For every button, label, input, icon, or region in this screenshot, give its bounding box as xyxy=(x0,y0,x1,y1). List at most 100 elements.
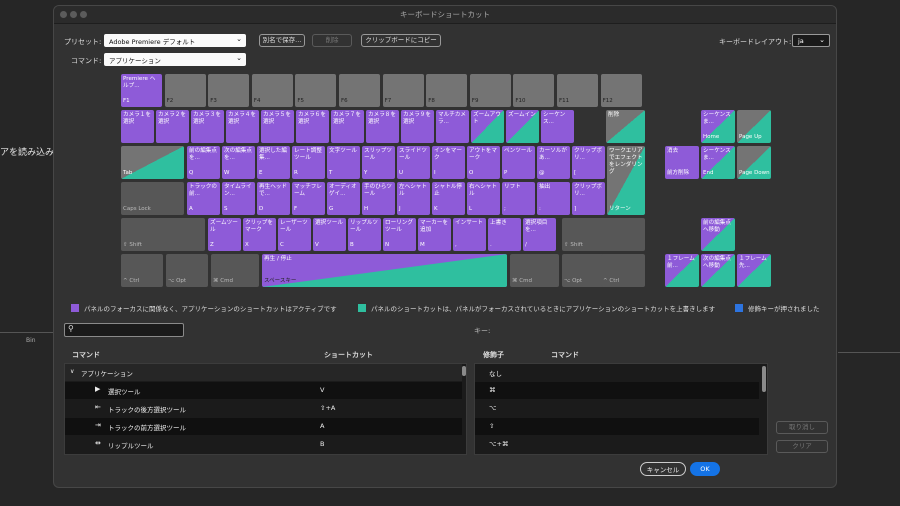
key-p[interactable]: ペンツール P xyxy=(502,146,535,179)
command-list-scrollbar[interactable] xyxy=(462,366,466,376)
key-num-8[interactable]: カメラ９を選択 xyxy=(401,110,434,143)
key-a-row-2[interactable]: タイムライン... S xyxy=(222,182,255,215)
key-f7[interactable]: F7 xyxy=(382,74,424,107)
list-group-header[interactable]: ∨ アプリケーション xyxy=(65,364,462,381)
key-space[interactable]: 再生 / 停止 スペースキー xyxy=(262,254,507,287)
modifier-row[interactable]: ⇧ xyxy=(475,418,759,435)
key-o[interactable]: アウトをマーク O xyxy=(467,146,500,179)
cancel-button[interactable]: キャンセル xyxy=(640,462,686,476)
search-input[interactable]: ⚲ xyxy=(64,323,184,337)
key-arrow-down[interactable]: 次の編集点へ移動 xyxy=(701,254,735,287)
table-row[interactable]: ⇥ トラックの前方選択ツール A xyxy=(65,418,462,435)
key-a-row-11[interactable]: 抽出: xyxy=(537,182,570,215)
key-num-6[interactable]: カメラ７を選択 xyxy=(331,110,364,143)
key-num-7[interactable]: カメラ８を選択 xyxy=(366,110,399,143)
key-delete[interactable]: 削除 xyxy=(606,110,645,143)
key-num-10[interactable]: ズームアウト xyxy=(471,110,504,143)
key-arrow-up[interactable]: 前の編集点へ移動 xyxy=(701,218,735,251)
key-[[interactable]: クリップボリ... [ xyxy=(572,146,605,179)
key-a-row-10[interactable]: リフト; xyxy=(502,182,535,215)
key-a-row-6[interactable]: 手のひらツール H xyxy=(362,182,395,215)
key-@[interactable]: カーソルがあ... @ xyxy=(537,146,570,179)
key-opt-left[interactable]: ⌥ Opt xyxy=(166,254,208,287)
key-z-row-3[interactable]: レーザーツール C xyxy=(278,218,311,251)
key-forward-delete[interactable]: 消去 前方削除 xyxy=(665,146,699,179)
key-num-5[interactable]: カメラ６を選択 xyxy=(296,110,329,143)
key-return[interactable]: ワークエリアでエフェクトをレンダリング リターン xyxy=(607,146,645,215)
key-num-12[interactable]: シーケンス... xyxy=(541,110,574,143)
key-num-3[interactable]: カメラ４を選択 xyxy=(226,110,259,143)
key-num-11[interactable]: ズームイン xyxy=(506,110,539,143)
key-cap-label: Z xyxy=(210,242,214,248)
modifier-row[interactable]: ⌥ xyxy=(475,400,759,417)
key-a-row-9[interactable]: 右へシャトル L xyxy=(467,182,500,215)
clear-button[interactable]: クリア xyxy=(776,440,828,453)
key-z-row-10[interactable]: 選択項目を... / xyxy=(523,218,556,251)
modifier-row[interactable]: なし xyxy=(475,364,759,381)
key-a-row-3[interactable]: 再生ヘッドで... D xyxy=(257,182,290,215)
key-f5[interactable]: F5 xyxy=(295,74,337,107)
modifier-row[interactable]: ⌘ xyxy=(475,382,759,399)
table-row[interactable]: ⇤ トラックの後方選択ツール ⇧+A xyxy=(65,400,462,417)
key-f3[interactable]: F3 xyxy=(208,74,250,107)
key-i[interactable]: インをマーク I xyxy=(432,146,465,179)
key-z-row-5[interactable]: リップルツール B xyxy=(348,218,381,251)
key-a-row-8[interactable]: シャトル停止 K xyxy=(432,182,465,215)
table-row[interactable]: ⇹ リップルツール B xyxy=(65,436,462,453)
key-a-row-4[interactable]: マッチフレーム F xyxy=(292,182,325,215)
key-end[interactable]: シーケンスま... End xyxy=(701,146,735,179)
key-a-row-1[interactable]: トラックの前... A xyxy=(187,182,220,215)
key-f12[interactable]: F12 xyxy=(600,74,642,107)
key-f2[interactable]: F2 xyxy=(164,74,206,107)
key-z-row-2[interactable]: クリップをマーク X xyxy=(243,218,276,251)
key-num-1[interactable]: カメラ２を選択 xyxy=(156,110,189,143)
key-y[interactable]: スリップツール Y xyxy=(362,146,395,179)
key-shift-right[interactable]: ⇧ Shift xyxy=(562,218,645,251)
key-f4[interactable]: F4 xyxy=(251,74,293,107)
key-f11[interactable]: F11 xyxy=(557,74,598,107)
key-tab[interactable]: Tab xyxy=(121,146,184,179)
key-z-row-1[interactable]: ズームツール Z xyxy=(208,218,241,251)
key-f6[interactable]: F6 xyxy=(339,74,380,107)
key-opt-right[interactable]: ⌥ Opt xyxy=(562,254,604,287)
key-e[interactable]: 選択した編集... E xyxy=(257,146,290,179)
key-a-row-7[interactable]: 左へシャトル J xyxy=(397,182,430,215)
key-f8[interactable]: F8 xyxy=(426,74,468,107)
chevron-down-icon[interactable]: ∨ xyxy=(70,368,74,375)
key-f1[interactable]: Premiere ヘルプ... F1 xyxy=(121,74,162,107)
key-w[interactable]: 次の編集点を... W xyxy=(222,146,255,179)
key-arrow-left[interactable]: １フレーム前... xyxy=(665,254,699,287)
key-cmd-right[interactable]: ⌘ Cmd xyxy=(510,254,559,287)
key-z-row-9[interactable]: 上書き. xyxy=(488,218,521,251)
ok-button[interactable]: OK xyxy=(690,462,720,476)
key-a-row-5[interactable]: オーディオゲイ... G xyxy=(327,182,360,215)
key-z-row-4[interactable]: 選択ツール V xyxy=(313,218,346,251)
key-r[interactable]: レート調整ツール R xyxy=(292,146,325,179)
key-home[interactable]: シーケンスま... Home xyxy=(701,110,735,143)
table-row[interactable]: ▶ 選択ツール V xyxy=(65,382,462,399)
key-z-row-6[interactable]: ローリングツール N xyxy=(383,218,416,251)
key-cmd-left[interactable]: ⌘ Cmd xyxy=(211,254,259,287)
key-ctrl-right[interactable]: ^ Ctrl xyxy=(601,254,645,287)
key-u[interactable]: スライドツール U xyxy=(397,146,430,179)
undo-button[interactable]: 取り消し xyxy=(776,421,828,434)
key-num-4[interactable]: カメラ５を選択 xyxy=(261,110,294,143)
key-f10[interactable]: F10 xyxy=(513,74,555,107)
key-arrow-right[interactable]: １フレーム先... xyxy=(737,254,771,287)
key-page-down[interactable]: Page Down xyxy=(737,146,771,179)
key-z-row-7[interactable]: マーカーを追加 M xyxy=(418,218,451,251)
key-t[interactable]: 文字ツール T xyxy=(327,146,360,179)
key-shift-left[interactable]: ⇧ Shift xyxy=(121,218,205,251)
key-ctrl-left[interactable]: ^ Ctrl xyxy=(121,254,163,287)
key-a-row-12[interactable]: クリップボリ...] xyxy=(572,182,605,215)
modifier-list-scrollbar[interactable] xyxy=(762,366,766,392)
key-num-0[interactable]: カメラ１を選択 xyxy=(121,110,154,143)
key-num-2[interactable]: カメラ３を選択 xyxy=(191,110,224,143)
key-num-9[interactable]: マルチカメラ... xyxy=(436,110,469,143)
modifier-row[interactable]: ⌥+⌘ xyxy=(475,436,759,453)
key-q[interactable]: 前の編集点を... Q xyxy=(187,146,220,179)
key-f9[interactable]: F9 xyxy=(469,74,511,107)
key-z-row-8[interactable]: インサート, xyxy=(453,218,486,251)
key-caps-lock[interactable]: Caps Lock xyxy=(121,182,184,215)
key-page-up[interactable]: Page Up xyxy=(737,110,771,143)
